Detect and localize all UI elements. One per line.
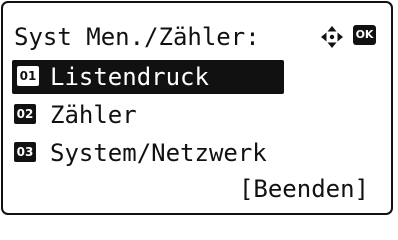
four-way-arrow-icon	[321, 26, 343, 48]
selected-highlight: 01 Listendruck	[12, 60, 284, 94]
item-number-badge: 01	[17, 66, 39, 86]
menu-item-label: System/Netzwerk	[50, 139, 267, 167]
end-button[interactable]: [Beenden]	[239, 172, 369, 206]
screen-title: Syst Men./Zähler:	[14, 23, 260, 51]
menu-item-label: Zähler	[50, 101, 137, 129]
lcd-display: Syst Men./Zähler: OK 01 Listendruck 02 Z…	[1, 1, 393, 215]
item-number-badge: 02	[14, 104, 36, 124]
ok-key-icon[interactable]: OK	[353, 25, 376, 45]
menu-item-label: Listendruck	[50, 63, 209, 91]
item-number-badge: 03	[14, 142, 36, 162]
